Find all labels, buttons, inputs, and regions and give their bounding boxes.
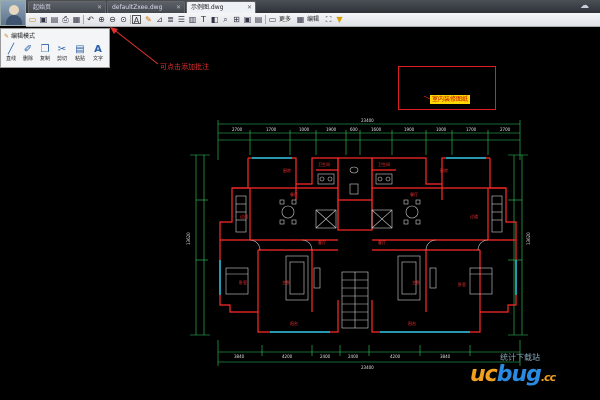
room-label: 过道 xyxy=(470,213,478,219)
annotation-arrow xyxy=(110,27,159,65)
dim-total-label: 23400 xyxy=(361,365,374,370)
room-label: 厨房 xyxy=(440,167,448,173)
dim-label: 2400 xyxy=(348,354,359,359)
cad-canvas[interactable]: 2700 1700 1000 1900 600 1600 1900 1000 1… xyxy=(0,0,600,400)
watermark-logo: ucbug.cc xyxy=(470,362,556,387)
stair-core xyxy=(315,209,393,329)
dim-label: 4200 xyxy=(282,354,293,359)
dim-label: 1700 xyxy=(266,127,277,132)
logo-part: .cc xyxy=(540,371,556,384)
room-label: 主卧 xyxy=(412,279,420,285)
logo-part: uc xyxy=(470,362,498,387)
dim-label: 13620 xyxy=(526,232,531,245)
dim-label: 3840 xyxy=(234,354,245,359)
side-dimensions xyxy=(190,154,528,336)
room-label: 卧室 xyxy=(239,279,247,285)
room-label: 卫生间 xyxy=(378,161,390,167)
room-label: 卫生间 xyxy=(318,161,330,167)
dim-total-label: 23400 xyxy=(361,118,374,123)
top-dimensions xyxy=(217,120,521,160)
room-label: 餐厅 xyxy=(290,191,298,197)
dim-label: 3840 xyxy=(440,354,451,359)
room-label: 客厅 xyxy=(318,239,326,245)
top-dimension-labels: 2700 1700 1000 1900 600 1600 1900 1000 1… xyxy=(232,118,511,132)
room-label: 阳台 xyxy=(290,320,298,326)
dim-label: 1000 xyxy=(299,127,310,132)
logo-part: bug xyxy=(496,362,542,387)
room-label: 卧室 xyxy=(458,281,466,287)
dim-label: 2700 xyxy=(232,127,243,132)
dim-label: 1700 xyxy=(466,127,477,132)
dim-label: 1900 xyxy=(404,127,415,132)
room-label: 阳台 xyxy=(408,320,416,326)
dim-label: 1600 xyxy=(371,127,382,132)
room-label: 客厅 xyxy=(378,239,386,245)
dim-label: 2400 xyxy=(320,354,331,359)
room-label: 厨房 xyxy=(283,167,291,173)
side-dimension-labels: 13620 13620 xyxy=(186,232,531,245)
dim-label: 4200 xyxy=(390,354,401,359)
room-label: 主卧 xyxy=(282,279,290,285)
dim-label: 600 xyxy=(350,127,358,132)
markup-callout-label: 室内装修图纸 xyxy=(430,95,471,104)
dim-label: 1000 xyxy=(436,127,447,132)
room-label: 过道 xyxy=(240,213,248,219)
annotation-hint: 可点击添加批注 xyxy=(160,63,209,71)
dim-label: 13620 xyxy=(186,232,191,245)
dim-label: 2700 xyxy=(500,127,511,132)
dim-label: 1900 xyxy=(326,127,337,132)
room-label: 餐厅 xyxy=(410,191,418,197)
